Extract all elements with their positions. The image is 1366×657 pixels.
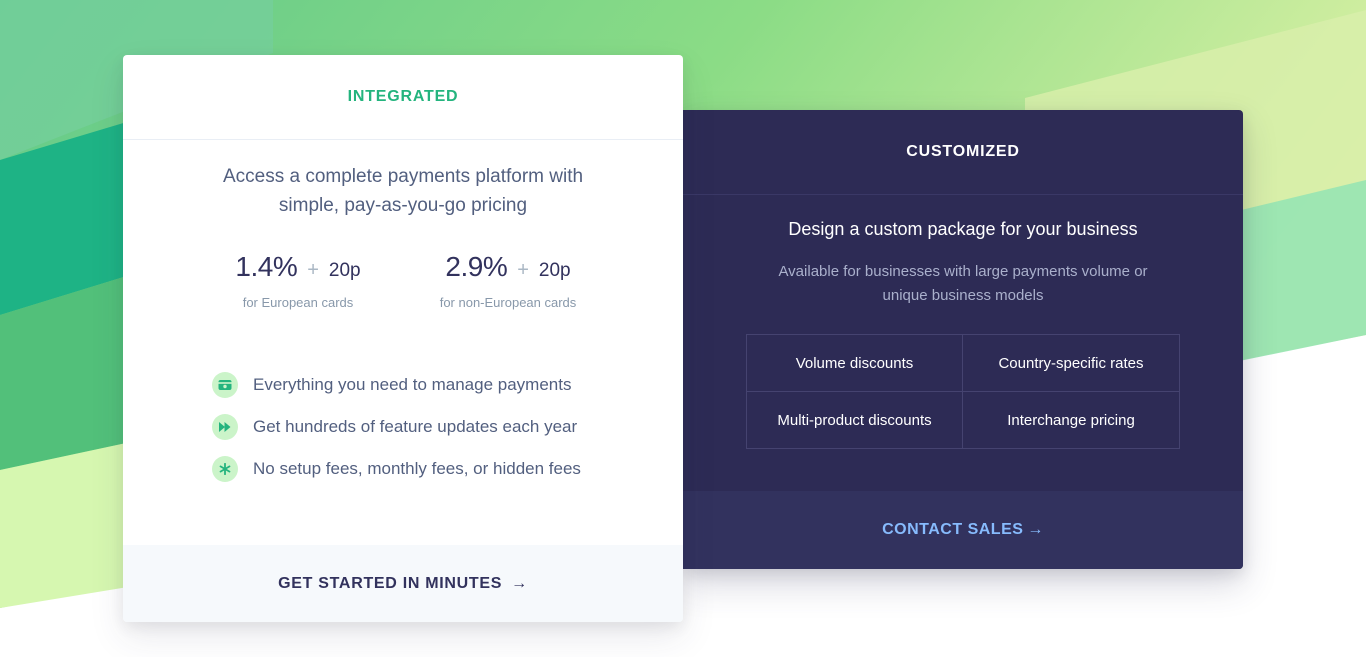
integrated-card: INTEGRATED Access a complete payments pl… (123, 55, 683, 622)
customized-heading: Design a custom package for your busines… (788, 219, 1138, 239)
customized-title: CUSTOMIZED (906, 143, 1020, 160)
option-country-specific-rates: Country-specific rates (963, 335, 1179, 392)
rate-label: for European cards (242, 295, 354, 310)
customized-card: CUSTOMIZED Design a custom package for y… (683, 110, 1243, 569)
feature-text: Get hundreds of feature updates each yea… (253, 417, 578, 436)
contact-sales-link[interactable]: CONTACT SALES → (683, 491, 1243, 569)
rate-percent: 2.9% (445, 251, 508, 282)
feature-list: Everything you need to manage payments G… (212, 364, 683, 490)
integrated-description: Access a complete payments platform with… (222, 166, 584, 216)
options-grid: Volume discounts Country-specific rates … (746, 334, 1180, 449)
arrow-right-icon: → (511, 574, 528, 592)
payments-icon (212, 372, 238, 398)
rate-non-european: 2.9% + 20p for non-European cards (403, 251, 613, 310)
asterisk-icon (212, 456, 238, 482)
fast-forward-icon (212, 414, 238, 440)
feature-item: Everything you need to manage payments (212, 364, 683, 406)
plus-sign: + (517, 259, 529, 281)
rate-label: for non-European cards (439, 295, 577, 310)
feature-item: Get hundreds of feature updates each yea… (212, 406, 683, 448)
customized-header: CUSTOMIZED (683, 110, 1243, 195)
get-started-button[interactable]: GET STARTED IN MINUTES → (123, 545, 683, 622)
option-interchange-pricing: Interchange pricing (1007, 411, 1135, 429)
rate-percent: 1.4% (235, 251, 298, 282)
integrated-header: INTEGRATED (123, 55, 683, 140)
rates-row: 1.4% + 20p for European cards 2.9% + 20p… (123, 251, 683, 310)
rate-european: 1.4% + 20p for European cards (193, 251, 403, 310)
customized-subtext: Available for businesses with large paym… (778, 263, 1148, 304)
plus-sign: + (307, 259, 319, 281)
rate-fixed-fee: 20p (538, 260, 571, 281)
feature-text: No setup fees, monthly fees, or hidden f… (253, 459, 581, 478)
feature-item: No setup fees, monthly fees, or hidden f… (212, 448, 683, 490)
feature-text: Everything you need to manage payments (253, 375, 572, 394)
option-volume-discounts: Volume discounts (747, 335, 963, 392)
arrow-right-icon: → (1027, 521, 1044, 538)
contact-sales-label: CONTACT SALES (882, 521, 1024, 538)
get-started-label: GET STARTED IN MINUTES (278, 574, 503, 592)
rate-fixed-fee: 20p (328, 260, 361, 281)
option-multi-product-discounts: Multi-product discounts (747, 392, 963, 448)
integrated-title: INTEGRATED (347, 88, 459, 105)
